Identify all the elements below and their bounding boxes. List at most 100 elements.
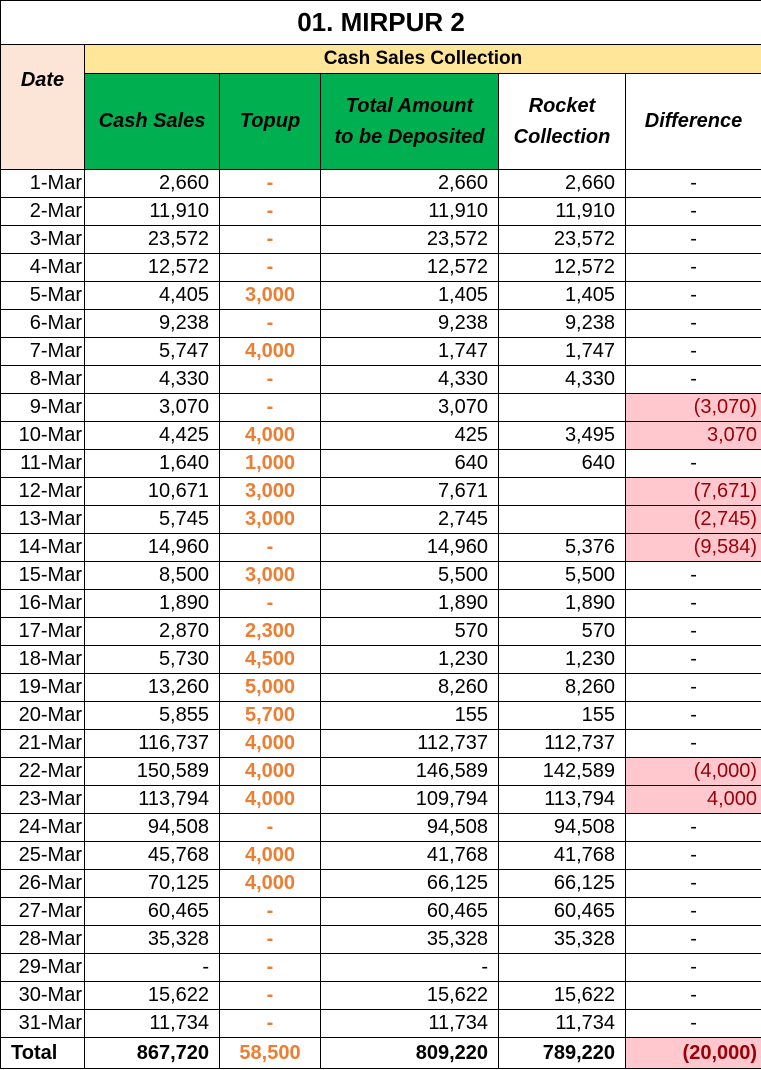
cell-difference[interactable]: (7,671) bbox=[624, 477, 761, 506]
cell-difference[interactable]: - bbox=[624, 225, 761, 254]
cell-cash-sales[interactable]: 14,960 bbox=[84, 533, 220, 562]
total-topup[interactable]: 58,500 bbox=[219, 1037, 321, 1069]
cell-difference[interactable]: - bbox=[624, 197, 761, 226]
cell-cash-sales[interactable]: 11,734 bbox=[84, 1009, 220, 1038]
cell-date[interactable]: 20-Mar bbox=[0, 701, 85, 730]
cell-date[interactable]: 14-Mar bbox=[0, 533, 85, 562]
cell-date[interactable]: 28-Mar bbox=[0, 925, 85, 954]
cell-topup[interactable]: 3,000 bbox=[219, 505, 321, 534]
cell-total-amount[interactable]: - bbox=[320, 953, 499, 982]
cell-date[interactable]: 8-Mar bbox=[0, 365, 85, 394]
cell-date[interactable]: 11-Mar bbox=[0, 449, 85, 478]
cell-cash-sales[interactable]: 45,768 bbox=[84, 841, 220, 870]
cell-difference[interactable]: 3,070 bbox=[624, 421, 761, 450]
cell-date[interactable]: 26-Mar bbox=[0, 869, 85, 898]
cell-cash-sales[interactable]: 2,660 bbox=[84, 169, 220, 198]
cell-total-amount[interactable]: 23,572 bbox=[320, 225, 499, 254]
group-header-cash-sales-collection[interactable]: Cash Sales Collection bbox=[83, 44, 761, 74]
cell-cash-sales[interactable]: 9,238 bbox=[84, 309, 220, 338]
cell-total-amount[interactable]: 66,125 bbox=[320, 869, 499, 898]
cell-difference[interactable]: 4,000 bbox=[624, 785, 761, 814]
cell-date[interactable]: 10-Mar bbox=[0, 421, 85, 450]
cell-total-amount[interactable]: 4,330 bbox=[320, 365, 499, 394]
header-difference[interactable]: Difference bbox=[624, 73, 761, 170]
cell-difference[interactable]: - bbox=[624, 169, 761, 198]
cell-total-amount[interactable]: 15,622 bbox=[320, 981, 499, 1010]
cell-topup[interactable]: - bbox=[219, 589, 321, 618]
cell-topup[interactable]: - bbox=[219, 393, 321, 422]
header-cash-sales[interactable]: Cash Sales bbox=[84, 73, 220, 170]
cell-total-amount[interactable]: 1,890 bbox=[320, 589, 499, 618]
cell-total-amount[interactable]: 7,671 bbox=[320, 477, 499, 506]
cell-rocket-collection[interactable]: 1,230 bbox=[498, 645, 626, 674]
cell-date[interactable]: 25-Mar bbox=[0, 841, 85, 870]
cell-date[interactable]: 6-Mar bbox=[0, 309, 85, 338]
cell-cash-sales[interactable]: 70,125 bbox=[84, 869, 220, 898]
cell-rocket-collection[interactable]: 112,737 bbox=[498, 729, 626, 758]
cell-difference[interactable]: - bbox=[624, 589, 761, 618]
cell-total-amount[interactable]: 11,910 bbox=[320, 197, 499, 226]
cell-rocket-collection[interactable] bbox=[498, 505, 626, 534]
cell-cash-sales[interactable]: 150,589 bbox=[84, 757, 220, 786]
cell-date[interactable]: 15-Mar bbox=[0, 561, 85, 590]
cell-rocket-collection[interactable]: 9,238 bbox=[498, 309, 626, 338]
cell-topup[interactable]: 2,300 bbox=[219, 617, 321, 646]
cell-total-amount[interactable]: 570 bbox=[320, 617, 499, 646]
cell-rocket-collection[interactable]: 640 bbox=[498, 449, 626, 478]
cell-difference[interactable]: - bbox=[624, 645, 761, 674]
cell-topup[interactable]: 4,500 bbox=[219, 645, 321, 674]
total-difference[interactable]: (20,000) bbox=[624, 1037, 761, 1069]
cell-total-amount[interactable]: 146,589 bbox=[320, 757, 499, 786]
cell-rocket-collection[interactable]: 35,328 bbox=[498, 925, 626, 954]
cell-topup[interactable]: 4,000 bbox=[219, 337, 321, 366]
cell-date[interactable]: 30-Mar bbox=[0, 981, 85, 1010]
cell-date[interactable]: 1-Mar bbox=[0, 169, 85, 198]
cell-topup[interactable]: - bbox=[219, 981, 321, 1010]
cell-topup[interactable]: 4,000 bbox=[219, 869, 321, 898]
cell-topup[interactable]: 3,000 bbox=[219, 561, 321, 590]
cell-total-amount[interactable]: 155 bbox=[320, 701, 499, 730]
cell-cash-sales[interactable]: 4,330 bbox=[84, 365, 220, 394]
cell-cash-sales[interactable]: 60,465 bbox=[84, 897, 220, 926]
cell-difference[interactable]: - bbox=[624, 365, 761, 394]
cell-rocket-collection[interactable]: 15,622 bbox=[498, 981, 626, 1010]
cell-rocket-collection[interactable]: 1,405 bbox=[498, 281, 626, 310]
cell-cash-sales[interactable]: 4,405 bbox=[84, 281, 220, 310]
cell-difference[interactable]: - bbox=[624, 729, 761, 758]
cell-cash-sales[interactable]: 113,794 bbox=[84, 785, 220, 814]
cell-total-amount[interactable]: 3,070 bbox=[320, 393, 499, 422]
cell-topup[interactable]: - bbox=[219, 897, 321, 926]
cell-total-amount[interactable]: 5,500 bbox=[320, 561, 499, 590]
cell-rocket-collection[interactable]: 12,572 bbox=[498, 253, 626, 282]
cell-rocket-collection[interactable]: 41,768 bbox=[498, 841, 626, 870]
cell-topup[interactable]: - bbox=[219, 925, 321, 954]
cell-cash-sales[interactable]: 35,328 bbox=[84, 925, 220, 954]
cell-date[interactable]: 16-Mar bbox=[0, 589, 85, 618]
cell-cash-sales[interactable]: 11,910 bbox=[84, 197, 220, 226]
cell-topup[interactable]: - bbox=[219, 197, 321, 226]
cell-total-amount[interactable]: 94,508 bbox=[320, 813, 499, 842]
cell-rocket-collection[interactable]: 142,589 bbox=[498, 757, 626, 786]
cell-cash-sales[interactable]: 10,671 bbox=[84, 477, 220, 506]
cell-topup[interactable]: 5,700 bbox=[219, 701, 321, 730]
cell-difference[interactable]: (9,584) bbox=[624, 533, 761, 562]
cell-date[interactable]: 13-Mar bbox=[0, 505, 85, 534]
cell-difference[interactable]: - bbox=[624, 925, 761, 954]
cell-rocket-collection[interactable]: 2,660 bbox=[498, 169, 626, 198]
cell-rocket-collection[interactable]: 4,330 bbox=[498, 365, 626, 394]
cell-difference[interactable]: - bbox=[624, 953, 761, 982]
cell-topup[interactable]: 4,000 bbox=[219, 421, 321, 450]
cell-cash-sales[interactable]: 2,870 bbox=[84, 617, 220, 646]
sheet-title[interactable]: 01. MIRPUR 2 bbox=[0, 0, 761, 45]
total-cash-sales[interactable]: 867,720 bbox=[84, 1037, 220, 1069]
cell-topup[interactable]: - bbox=[219, 309, 321, 338]
cell-cash-sales[interactable]: 13,260 bbox=[84, 673, 220, 702]
cell-difference[interactable]: (2,745) bbox=[624, 505, 761, 534]
cell-rocket-collection[interactable]: 11,910 bbox=[498, 197, 626, 226]
cell-date[interactable]: 18-Mar bbox=[0, 645, 85, 674]
cell-topup[interactable]: - bbox=[219, 253, 321, 282]
cell-difference[interactable]: - bbox=[624, 981, 761, 1010]
cell-cash-sales[interactable]: 5,855 bbox=[84, 701, 220, 730]
cell-date[interactable]: 7-Mar bbox=[0, 337, 85, 366]
cell-cash-sales[interactable]: - bbox=[84, 953, 220, 982]
